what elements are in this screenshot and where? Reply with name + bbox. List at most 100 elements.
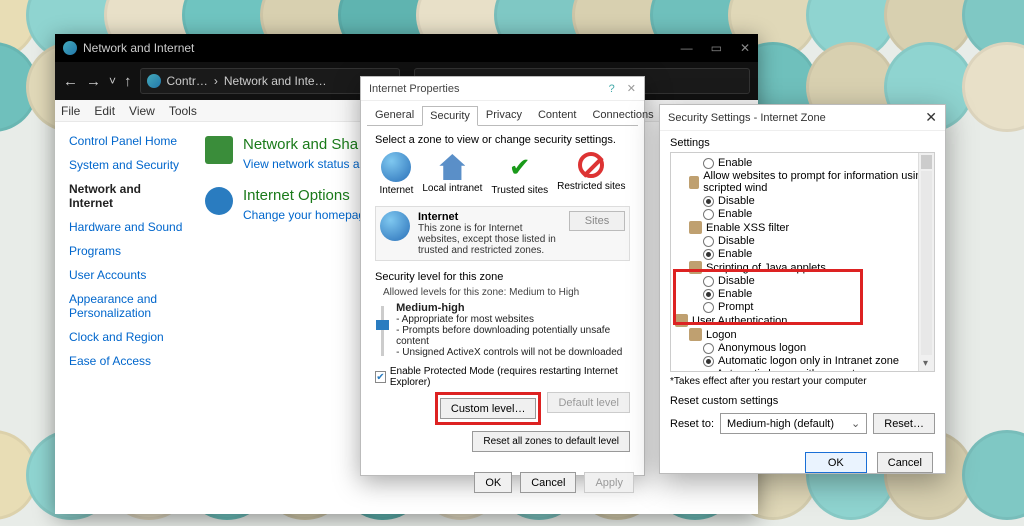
- radio-icon[interactable]: [703, 356, 714, 367]
- dialog-titlebar[interactable]: Security Settings - Internet Zone ✕: [660, 105, 945, 131]
- tree-label: Enable: [718, 248, 752, 260]
- sidebar-item[interactable]: Clock and Region: [69, 330, 185, 344]
- protected-mode-checkbox[interactable]: ✔: [375, 371, 386, 383]
- cancel-button[interactable]: Cancel: [520, 472, 576, 493]
- help-icon[interactable]: ?: [609, 83, 615, 95]
- radio-icon[interactable]: [703, 276, 714, 287]
- scrollbar[interactable]: ▾: [918, 153, 934, 371]
- tree-label: Enable: [718, 157, 752, 169]
- tree-radio[interactable]: Anonymous logon: [675, 342, 932, 355]
- custom-level-button[interactable]: Custom level…: [440, 398, 537, 419]
- sidebar-item[interactable]: Programs: [69, 244, 185, 258]
- tree-radio[interactable]: Enable: [675, 208, 932, 221]
- security-slider[interactable]: [375, 302, 388, 360]
- cancel-button[interactable]: Cancel: [877, 452, 933, 473]
- menu-edit[interactable]: Edit: [94, 104, 115, 118]
- gear-icon: [689, 176, 699, 189]
- tree-radio[interactable]: Automatic logon only in Intranet zone: [675, 355, 932, 368]
- tree-label: Logon: [706, 329, 737, 341]
- ok-button[interactable]: OK: [805, 452, 867, 473]
- globe-icon: [381, 152, 411, 182]
- tree-radio[interactable]: Prompt: [675, 301, 932, 314]
- zone-trusted-sites[interactable]: ✔Trusted sites: [491, 152, 548, 196]
- tab-general[interactable]: General: [367, 105, 422, 125]
- reset-to-select[interactable]: Medium-high (default): [720, 413, 867, 434]
- network-sharing-icon: [205, 136, 233, 164]
- chevron-down-icon[interactable]: ▾: [923, 358, 928, 369]
- zone-local-intranet[interactable]: Local intranet: [422, 152, 482, 196]
- main-content: Network and Sha View network status an I…: [195, 122, 382, 378]
- tab-security[interactable]: Security: [422, 106, 478, 126]
- tab-connections[interactable]: Connections: [584, 105, 661, 125]
- reset-all-zones-button[interactable]: Reset all zones to default level: [472, 431, 630, 452]
- sidebar-item[interactable]: System and Security: [69, 158, 185, 172]
- window-titlebar[interactable]: Network and Internet — ▭ ✕: [55, 34, 758, 62]
- close-icon[interactable]: ✕: [627, 82, 636, 95]
- forward-arrow-icon[interactable]: →: [86, 73, 101, 90]
- up-level-icon[interactable]: ↑: [124, 73, 132, 90]
- menu-tools[interactable]: Tools: [169, 104, 197, 118]
- section-title[interactable]: Internet Options: [243, 187, 372, 204]
- control-panel-home-link[interactable]: Control Panel Home: [69, 134, 185, 148]
- tab-privacy[interactable]: Privacy: [478, 105, 530, 125]
- radio-icon[interactable]: [703, 158, 714, 169]
- radio-icon[interactable]: [703, 302, 714, 313]
- tree-group: User Authentication: [675, 314, 932, 328]
- menu-view[interactable]: View: [129, 104, 155, 118]
- back-arrow-icon[interactable]: ←: [63, 73, 78, 90]
- forbidden-icon: [578, 152, 604, 178]
- maximize-icon[interactable]: ▭: [711, 41, 722, 55]
- tree-label: Anonymous logon: [718, 342, 806, 354]
- level-name: Medium-high: [396, 302, 464, 314]
- up-arrow-icon[interactable]: ˅: [109, 74, 116, 88]
- sidebar-item[interactable]: User Accounts: [69, 268, 185, 282]
- tree-radio[interactable]: Disable: [675, 235, 932, 248]
- tree-radio[interactable]: Automatic logon with current user name a…: [675, 368, 932, 372]
- zone-internet[interactable]: Internet: [379, 152, 413, 196]
- tree-radio[interactable]: Enable: [675, 288, 932, 301]
- section-sublink[interactable]: Change your homepage: [243, 208, 372, 222]
- menu-file[interactable]: File: [61, 104, 80, 118]
- section-title[interactable]: Network and Sha: [243, 136, 366, 153]
- tree-radio[interactable]: Enable: [675, 157, 932, 170]
- tree-radio[interactable]: Disable: [675, 275, 932, 288]
- radio-icon[interactable]: [703, 196, 714, 207]
- radio-icon[interactable]: [703, 343, 714, 354]
- tree-label: Automatic logon with current user name a…: [716, 368, 932, 372]
- tree-label: Enable: [718, 208, 752, 220]
- ok-button[interactable]: OK: [474, 472, 512, 493]
- tab-content[interactable]: Content: [530, 105, 585, 125]
- settings-tree[interactable]: ▾ EnableAllow websites to prompt for inf…: [670, 152, 935, 372]
- sidebar-item[interactable]: Appearance and Personalization: [69, 292, 185, 320]
- tree-label: Disable: [718, 275, 755, 287]
- dialog-titlebar[interactable]: Internet Properties ? ✕: [361, 77, 644, 101]
- tree-radio[interactable]: Disable: [675, 195, 932, 208]
- tree-label: Disable: [718, 195, 755, 207]
- tree-radio[interactable]: Enable: [675, 248, 932, 261]
- radio-icon[interactable]: [703, 289, 714, 300]
- radio-icon[interactable]: [703, 209, 714, 220]
- sidebar-item[interactable]: Ease of Access: [69, 354, 185, 368]
- sidebar-item[interactable]: Hardware and Sound: [69, 220, 185, 234]
- security-settings-dialog: Security Settings - Internet Zone ✕ Sett…: [659, 104, 946, 474]
- globe-icon: [63, 41, 77, 55]
- sites-button[interactable]: Sites: [569, 211, 625, 231]
- reset-button[interactable]: Reset…: [873, 413, 935, 434]
- close-icon[interactable]: ✕: [925, 109, 937, 126]
- tree-label: User Authentication: [692, 315, 787, 327]
- tree-label: Enable XSS filter: [706, 222, 789, 234]
- sidebar-item-active[interactable]: Network and Internet: [69, 182, 185, 210]
- radio-icon[interactable]: [703, 236, 714, 247]
- default-level-button: Default level: [547, 392, 630, 413]
- close-icon[interactable]: ✕: [740, 41, 750, 55]
- section-sublink[interactable]: View network status an: [243, 157, 366, 171]
- scrollbar-thumb[interactable]: [921, 155, 932, 169]
- tree-group: Allow websites to prompt for information…: [675, 170, 932, 195]
- zone-hint: Select a zone to view or change security…: [375, 134, 630, 146]
- tree-label: Allow websites to prompt for information…: [703, 170, 932, 194]
- slider-thumb[interactable]: [376, 320, 389, 330]
- zone-restricted-sites[interactable]: Restricted sites: [557, 152, 625, 196]
- tree-group: Enable XSS filter: [675, 221, 932, 235]
- radio-icon[interactable]: [703, 249, 714, 260]
- minimize-icon[interactable]: —: [681, 41, 693, 55]
